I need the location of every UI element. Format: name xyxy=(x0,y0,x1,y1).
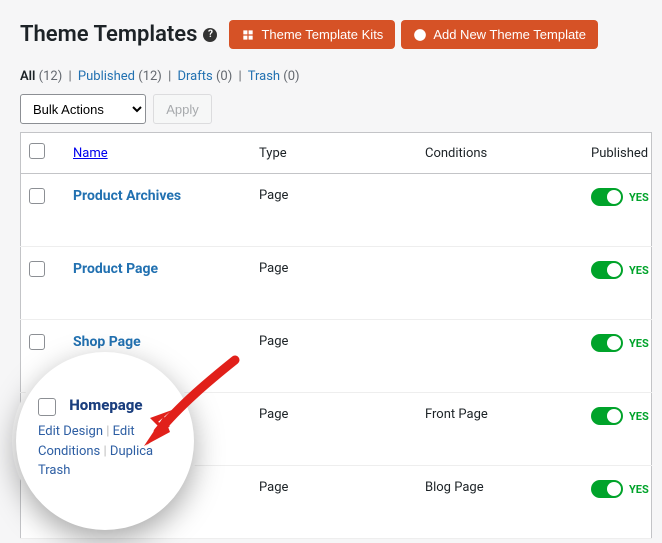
filter-trash[interactable]: Trash xyxy=(248,69,280,84)
published-toggle[interactable] xyxy=(591,261,623,279)
type-cell: Page xyxy=(251,393,417,466)
type-cell: Page xyxy=(251,320,417,393)
trash-link[interactable]: Trash xyxy=(38,463,70,478)
type-cell: Page xyxy=(251,247,417,320)
magnified-row-actions: Edit Design | Edit Conditions | Duplica … xyxy=(38,422,174,481)
filter-all-count: (12) xyxy=(39,69,63,84)
plus-circle-icon xyxy=(413,28,427,42)
template-title-link[interactable]: Product Archives xyxy=(73,188,181,204)
magnifier-lens: Homepage Edit Design | Edit Conditions |… xyxy=(16,352,194,530)
row-checkbox[interactable] xyxy=(29,334,45,350)
published-toggle[interactable] xyxy=(591,407,623,425)
duplicate-link[interactable]: Duplica xyxy=(110,444,153,459)
published-toggle[interactable] xyxy=(591,188,623,206)
column-type: Type xyxy=(251,133,417,174)
filter-drafts[interactable]: Drafts xyxy=(178,69,213,84)
apply-button[interactable]: Apply xyxy=(153,94,212,124)
published-label: YES xyxy=(629,337,649,350)
conditions-cell: Front Page xyxy=(417,393,583,466)
published-label: YES xyxy=(629,410,649,423)
column-conditions: Conditions xyxy=(417,133,583,174)
column-name[interactable]: Name xyxy=(73,146,108,161)
filter-drafts-count: (0) xyxy=(216,69,232,84)
theme-template-kits-button[interactable]: Theme Template Kits xyxy=(229,20,395,49)
filter-published[interactable]: Published xyxy=(78,69,135,84)
bulk-actions-select[interactable]: Bulk Actions xyxy=(20,94,146,124)
page-title-text: Theme Templates xyxy=(20,22,197,47)
column-published: Published xyxy=(583,133,652,174)
add-button-label: Add New Theme Template xyxy=(433,27,586,42)
published-label: YES xyxy=(629,483,649,496)
magnified-checkbox[interactable] xyxy=(38,398,56,416)
conditions-cell xyxy=(417,247,583,320)
filter-all[interactable]: All xyxy=(20,69,35,84)
conditions-cell xyxy=(417,320,583,393)
published-toggle[interactable] xyxy=(591,480,623,498)
table-row: Product Page Page YES xyxy=(21,247,652,320)
type-cell: Page xyxy=(251,174,417,247)
row-checkbox[interactable] xyxy=(29,261,45,277)
magnified-title[interactable]: Homepage xyxy=(69,396,142,414)
type-cell: Page xyxy=(251,466,417,539)
published-label: YES xyxy=(629,264,649,277)
conditions-cell xyxy=(417,174,583,247)
select-all-checkbox[interactable] xyxy=(29,143,45,159)
published-toggle[interactable] xyxy=(591,334,623,352)
kits-button-label: Theme Template Kits xyxy=(261,27,383,42)
template-title-link[interactable]: Shop Page xyxy=(73,334,141,350)
row-checkbox[interactable] xyxy=(29,188,45,204)
conditions-cell: Blog Page xyxy=(417,466,583,539)
page-title: Theme Templates ? xyxy=(20,22,217,47)
add-new-template-button[interactable]: Add New Theme Template xyxy=(401,20,598,49)
published-label: YES xyxy=(629,191,649,204)
template-title-link[interactable]: Product Page xyxy=(73,261,158,277)
status-filter-bar: All (12) | Published (12) | Drafts (0) |… xyxy=(20,69,652,84)
table-row: Product Archives Page YES xyxy=(21,174,652,247)
kits-icon xyxy=(241,28,255,42)
help-icon[interactable]: ? xyxy=(203,28,217,42)
edit-design-link[interactable]: Edit Design xyxy=(38,424,103,439)
filter-trash-count: (0) xyxy=(283,69,299,84)
filter-published-count: (12) xyxy=(138,69,162,84)
